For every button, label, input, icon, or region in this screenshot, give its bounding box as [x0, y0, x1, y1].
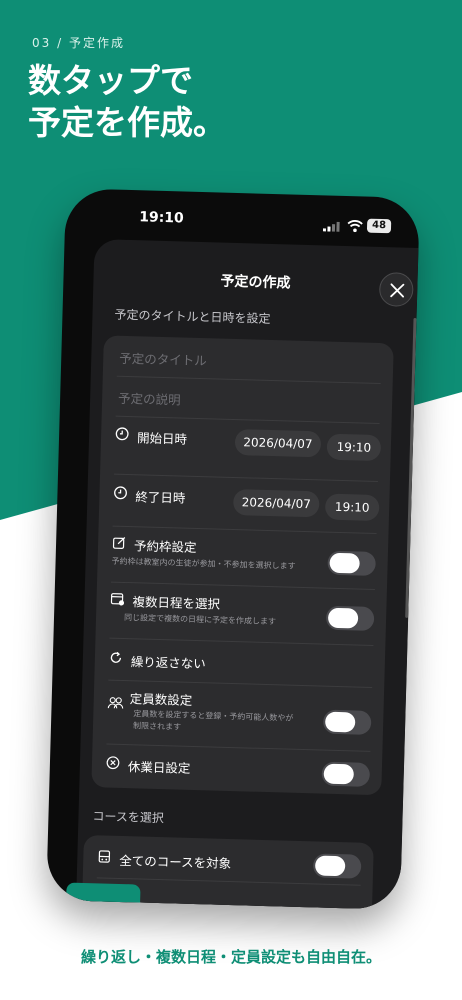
holiday-label: 休業日設定 — [127, 759, 191, 776]
status-bar: 19:10 48 — [65, 188, 420, 242]
scrollbar[interactable] — [405, 317, 417, 618]
bottom-action-tab[interactable] — [66, 882, 141, 905]
step-label: 03 / 予定作成 — [32, 36, 125, 50]
event-form-card: 予定のタイトル 予定の説明 開始日時 2026/04/07 19:10 終了日時… — [91, 335, 394, 796]
close-button[interactable] — [378, 271, 414, 307]
battery-indicator: 48 — [366, 218, 392, 234]
phone-mockup: 19:10 48 予定の作成 予定のタイトルと日時を設定 予定のタイトル 予定の… — [46, 188, 420, 910]
sheet-title: 予定の作成 — [220, 273, 291, 292]
create-event-sheet: 予定の作成 予定のタイトルと日時を設定 予定のタイトル 予定の説明 開始日時 2… — [75, 239, 419, 910]
multiple-dates-row: 複数日程を選択 同じ設定で複数の日程に予定を作成します — [95, 583, 386, 645]
end-time-button[interactable]: 19:10 — [324, 493, 380, 522]
section-title-datetime: 予定のタイトルと日時を設定 — [114, 307, 271, 326]
reservation-label: 予約枠設定 — [133, 538, 197, 555]
course-icon — [98, 850, 111, 863]
capacity-label: 定員数設定 — [129, 691, 193, 708]
reservation-row: 予約枠設定 予約枠は教室内の生徒が参加・不参加を選択します — [97, 527, 388, 589]
title-input[interactable]: 予定のタイトル — [119, 348, 207, 369]
x-circle-icon — [106, 756, 120, 770]
calendar-plus-icon — [110, 593, 125, 606]
end-date-button[interactable]: 2026/04/07 — [232, 488, 320, 518]
reservation-toggle[interactable] — [327, 550, 376, 576]
end-datetime-row: 終了日時 2026/04/07 19:10 — [99, 475, 390, 533]
users-icon — [107, 697, 124, 709]
start-datetime-row: 開始日時 2026/04/07 19:10 — [100, 417, 391, 481]
holiday-row: 休業日設定 — [91, 745, 382, 795]
edit-icon — [112, 537, 126, 550]
repeat-icon — [110, 651, 122, 663]
status-time: 19:10 — [139, 209, 185, 227]
multiple-dates-sub: 同じ設定で複数の日程に予定を作成します — [123, 612, 277, 627]
capacity-toggle[interactable] — [322, 709, 372, 735]
multiple-dates-label: 複数日程を選択 — [132, 594, 221, 612]
description-input[interactable]: 予定の説明 — [118, 388, 181, 409]
section-course: コースを選択 — [92, 809, 165, 826]
divider — [116, 375, 381, 385]
start-time-button[interactable]: 19:10 — [326, 433, 382, 462]
headline-line-1: 数タップで — [28, 61, 193, 100]
all-courses-toggle[interactable] — [312, 853, 362, 879]
headline: 数タップで 予定を作成。 — [28, 60, 226, 144]
holiday-toggle[interactable] — [321, 761, 371, 787]
reservation-sub: 予約枠は教室内の生徒が参加・不参加を選択します — [111, 556, 296, 571]
clock-icon — [115, 427, 129, 441]
repeat-label: 繰り返さない — [130, 654, 207, 672]
all-courses-label: 全てのコースを対象 — [119, 852, 232, 872]
multiple-dates-toggle[interactable] — [325, 605, 375, 631]
capacity-sub-line-2: 制限されます — [132, 721, 182, 732]
end-label: 終了日時 — [135, 489, 186, 506]
close-icon — [390, 283, 405, 298]
headline-line-2: 予定を作成。 — [28, 103, 226, 142]
start-date-button[interactable]: 2026/04/07 — [234, 429, 322, 458]
capacity-row: 定員数設定 定員数を設定すると登録・予約可能人数やが 制限されます — [93, 681, 385, 751]
signal-icon — [322, 221, 340, 232]
start-label: 開始日時 — [136, 430, 188, 447]
promo-caption: 繰り返し・複数日程・定員設定も自由自在。 — [80, 948, 381, 966]
clock-icon — [114, 486, 127, 500]
wifi-icon — [347, 220, 363, 233]
